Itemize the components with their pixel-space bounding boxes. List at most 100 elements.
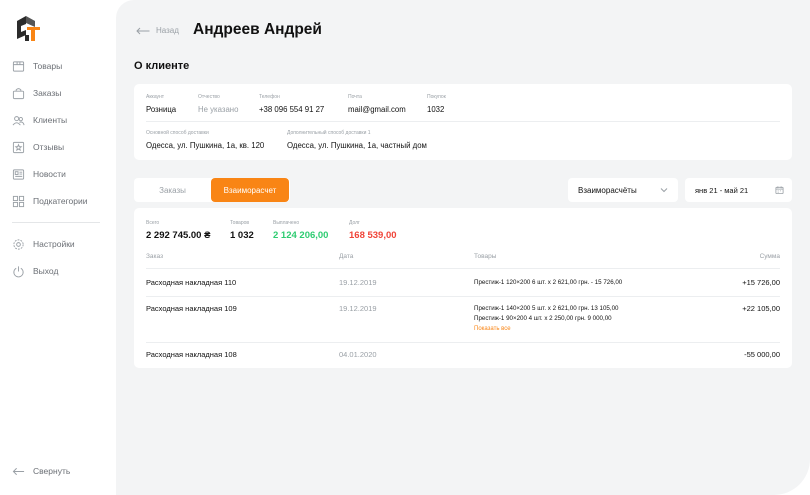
gear-icon: [13, 238, 24, 250]
row-divider: [146, 342, 780, 343]
bag-icon: [12, 87, 25, 99]
sidebar-item-label: Отзывы: [33, 142, 65, 152]
purchases-field: Покупок 1032: [427, 94, 446, 114]
news-icon: [12, 168, 25, 180]
order-sum: +15 726,00: [742, 278, 780, 287]
power-icon: [13, 265, 24, 277]
stat-debt: Долг 168 539,00: [349, 220, 397, 241]
order-sum: -55 000,00: [744, 350, 780, 359]
stat-goods-value: 1 032: [230, 230, 254, 241]
sidebar-item-label: Настройки: [33, 239, 75, 249]
sidebar-item-label: Товары: [33, 61, 63, 71]
sidebar: Товары Заказы Клиенты Отзывы Новости Под…: [0, 0, 116, 495]
logo-icon[interactable]: [13, 13, 43, 43]
main-delivery-label: Основной способ доставки: [146, 130, 209, 136]
extra-delivery-value: Одесса, ул. Пушкина, 1а, частный дом: [287, 141, 427, 150]
main-content: Назад Андреев Андрей О клиенте Аккаунт Р…: [116, 0, 810, 495]
order-date: 19.12.2019: [339, 304, 377, 313]
sidebar-item-subcategories[interactable]: Подкатегории: [12, 193, 87, 209]
order-goods: Престиж-1 90×200 4 шт. х 2 250,00 грн. 9…: [474, 315, 612, 322]
tabs: Заказы Взаиморасчет: [134, 178, 290, 202]
stat-total-value: 2 292 745.00 ₴: [146, 230, 211, 241]
back-button[interactable]: Назад: [136, 26, 179, 35]
collapse-button[interactable]: Свернуть: [12, 463, 70, 479]
phone-label: Телефон: [259, 94, 280, 100]
sidebar-item-label: Выход: [33, 266, 59, 276]
column-header-sum: Сумма: [759, 253, 780, 260]
stat-paid-label: Выплачено: [273, 220, 300, 226]
client-info-card: Аккаунт Розница Отчество Не указано Теле…: [134, 84, 792, 160]
type-select-value: Взаиморасчёты: [578, 185, 637, 195]
sidebar-item-clients[interactable]: Клиенты: [12, 112, 67, 128]
stat-total-label: Всего: [146, 220, 160, 226]
order-link[interactable]: Расходная накладная 108: [146, 350, 237, 359]
info-divider: [146, 121, 780, 122]
type-select[interactable]: Взаиморасчёты: [568, 178, 678, 202]
column-header-date: Дата: [339, 253, 354, 260]
phone-field: Телефон +38 096 554 91 27: [259, 94, 324, 114]
account-label: Аккаунт: [146, 94, 165, 100]
grid-icon: [12, 195, 25, 207]
phone-value: +38 096 554 91 27: [259, 105, 325, 114]
stat-paid-value: 2 124 206,00: [273, 230, 329, 241]
sidebar-item-label: Подкатегории: [33, 196, 88, 206]
section-title-about: О клиенте: [134, 60, 190, 72]
back-label: Назад: [156, 26, 179, 35]
stat-goods-label: Товаров: [230, 220, 250, 226]
settlement-table-card: Всего 2 292 745.00 ₴ Товаров 1 032 Выпла…: [134, 208, 792, 368]
extra-delivery-label: Дополнительный способ доставки 1: [287, 130, 371, 136]
sidebar-divider: [12, 222, 100, 223]
column-header-order: Заказ: [146, 253, 164, 260]
sidebar-item-label: Клиенты: [33, 115, 68, 125]
users-icon: [12, 115, 25, 125]
patronymic-label: Отчество: [198, 94, 220, 100]
order-goods: Престиж-1 140×200 5 шт. х 2 621,00 грн. …: [474, 305, 619, 312]
email-value: mail@gmail.com: [348, 105, 406, 114]
order-date: 19.12.2019: [339, 278, 377, 287]
box-icon: [12, 60, 25, 72]
arrow-left-icon: [12, 467, 25, 475]
calendar-icon: [775, 186, 784, 195]
sidebar-item-settings[interactable]: Настройки: [12, 236, 75, 252]
show-all-link[interactable]: Показать все: [474, 326, 511, 332]
stat-debt-value: 168 539,00: [349, 230, 397, 241]
row-divider: [146, 268, 780, 269]
account-field: Аккаунт Розница: [146, 94, 176, 114]
account-value: Розница: [146, 105, 177, 114]
sidebar-item-label: Заказы: [33, 88, 62, 98]
sidebar-item-label: Новости: [33, 169, 66, 179]
stat-paid: Выплачено 2 124 206,00: [273, 220, 328, 241]
patronymic-field: Отчество Не указано: [198, 94, 238, 114]
sidebar-item-products[interactable]: Товары: [12, 58, 62, 74]
email-label: Почта: [348, 94, 362, 100]
main-delivery-field: Основной способ доставки Одесса, ул. Пуш…: [146, 130, 264, 150]
collapse-label: Свернуть: [33, 466, 71, 476]
date-range-picker[interactable]: янв 21 - май 21: [685, 178, 792, 202]
page-title: Андреев Андрей: [193, 21, 322, 38]
order-goods: Престиж-1 120×200 6 шт. х 2 621,00 грн. …: [474, 279, 623, 286]
column-header-goods: Товары: [474, 253, 497, 260]
arrow-left-icon: [136, 27, 150, 34]
order-link[interactable]: Расходная накладная 110: [146, 278, 236, 287]
tab-orders[interactable]: Заказы: [134, 178, 211, 202]
purchases-value: 1032: [427, 105, 445, 114]
sidebar-item-reviews[interactable]: Отзывы: [12, 139, 64, 155]
extra-delivery-field: Дополнительный способ доставки 1 Одесса,…: [287, 130, 427, 150]
tab-settlement[interactable]: Взаиморасчет: [211, 178, 289, 202]
email-field: Почта mail@gmail.com: [348, 94, 406, 114]
sidebar-item-news[interactable]: Новости: [12, 166, 66, 182]
sidebar-item-orders[interactable]: Заказы: [12, 85, 61, 101]
order-date: 04.01.2020: [339, 350, 377, 359]
purchases-label: Покупок: [427, 94, 446, 100]
stat-goods: Товаров 1 032: [230, 220, 254, 241]
date-range-value: янв 21 - май 21: [695, 185, 749, 195]
order-sum: +22 105,00: [742, 304, 780, 313]
stat-debt-label: Долг: [349, 220, 360, 226]
review-icon: [12, 141, 25, 153]
sidebar-item-logout[interactable]: Выход: [12, 263, 58, 279]
order-link[interactable]: Расходная накладная 109: [146, 304, 237, 313]
chevron-down-icon: [660, 188, 668, 193]
patronymic-value: Не указано: [198, 105, 239, 114]
row-divider: [146, 296, 780, 297]
stat-total: Всего 2 292 745.00 ₴: [146, 220, 210, 241]
